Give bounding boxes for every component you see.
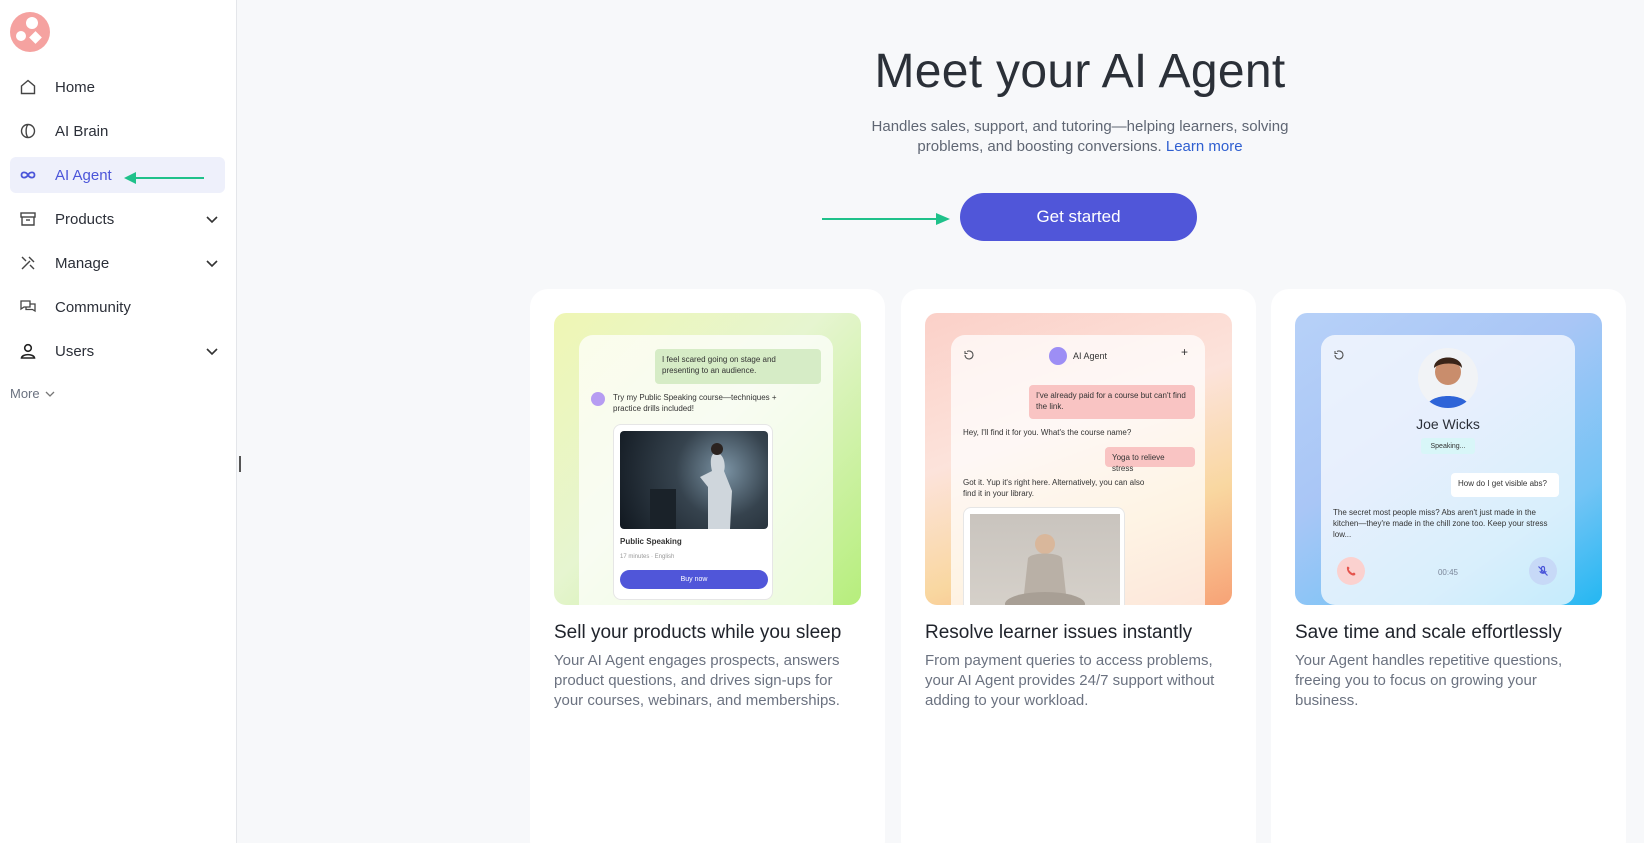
sidebar-item-community[interactable]: Community bbox=[10, 289, 225, 325]
chevron-down-icon[interactable] bbox=[203, 254, 221, 272]
mute-button[interactable] bbox=[1529, 557, 1557, 585]
chevron-down-icon[interactable] bbox=[203, 210, 221, 228]
sidebar-item-label: Home bbox=[55, 78, 96, 96]
brand-logo[interactable] bbox=[10, 12, 50, 52]
sidebar-item-label: Products bbox=[55, 210, 115, 228]
card-illustration: Joe Wicks Speaking... How do I get visib… bbox=[1295, 313, 1602, 605]
phone-mockup: Joe Wicks Speaking... How do I get visib… bbox=[1321, 335, 1575, 605]
agent-avatar bbox=[591, 392, 605, 406]
product-name: Public Speaking bbox=[620, 537, 682, 546]
chevron-down-icon[interactable] bbox=[203, 342, 221, 360]
product-card[interactable]: Public Speaking 17 minutes · English Buy… bbox=[613, 424, 773, 600]
learn-more-link[interactable]: Learn more bbox=[1166, 138, 1243, 155]
annotation-arrow bbox=[822, 213, 950, 225]
infinity-icon bbox=[18, 165, 38, 185]
archive-icon bbox=[18, 209, 38, 229]
sidebar-item-label: AI Brain bbox=[55, 122, 109, 140]
chevron-down-icon bbox=[45, 391, 55, 397]
contact-name: Joe Wicks bbox=[1416, 416, 1480, 432]
sidebar-item-label: Users bbox=[55, 342, 95, 360]
user-message: How do I get visible abs? bbox=[1451, 473, 1559, 497]
card-illustration: AI Agent + I've already paid for a cours… bbox=[925, 313, 1232, 605]
feature-card: AI Agent + I've already paid for a cours… bbox=[901, 289, 1256, 843]
sidebar-item-users[interactable]: Users bbox=[10, 333, 225, 369]
plus-icon[interactable]: + bbox=[1181, 346, 1188, 358]
sidebar-item-home[interactable]: Home bbox=[10, 69, 225, 105]
avatar bbox=[1418, 348, 1478, 408]
agent-avatar bbox=[1049, 347, 1067, 365]
feature-card: Joe Wicks Speaking... How do I get visib… bbox=[1271, 289, 1626, 843]
sidebar-item-ai-brain[interactable]: AI Brain bbox=[10, 113, 225, 149]
get-started-button[interactable]: Get started bbox=[960, 193, 1197, 241]
card-illustration: I feel scared going on stage and present… bbox=[554, 313, 861, 605]
sidebar: Home AI Brain AI Agent Products Manage C… bbox=[0, 0, 237, 843]
sidebar-item-label: Manage bbox=[55, 254, 110, 272]
agent-message: The secret most people miss? Abs aren't … bbox=[1333, 508, 1548, 539]
phone-mockup: AI Agent + I've already paid for a cours… bbox=[951, 335, 1205, 605]
sidebar-nav: Home AI Brain AI Agent Products Manage C… bbox=[10, 69, 225, 377]
user-icon bbox=[18, 341, 38, 361]
sidebar-item-label: AI Agent bbox=[55, 166, 112, 184]
product-meta: 17 minutes · English bbox=[620, 554, 675, 560]
card-description: Your AI Agent engages prospects, answers… bbox=[554, 652, 840, 709]
agent-message: Try my Public Speaking course—techniques… bbox=[613, 393, 777, 413]
history-icon[interactable] bbox=[963, 349, 975, 361]
course-card[interactable] bbox=[963, 507, 1125, 605]
card-title: Sell your products while you sleep bbox=[554, 622, 842, 643]
chat-icon bbox=[18, 297, 38, 317]
status-badge: Speaking... bbox=[1421, 438, 1475, 454]
more-label: More bbox=[10, 386, 40, 401]
card-title: Save time and scale effortlessly bbox=[1295, 622, 1562, 643]
sidebar-item-products[interactable]: Products bbox=[10, 201, 225, 237]
card-description: Your Agent handles repetitive questions,… bbox=[1295, 652, 1563, 709]
yoga-image bbox=[970, 514, 1120, 605]
brain-icon bbox=[18, 121, 38, 141]
chat-header-title: AI Agent bbox=[1073, 351, 1108, 361]
phone-mockup: I feel scared going on stage and present… bbox=[579, 335, 833, 605]
sidebar-item-label: Community bbox=[55, 298, 131, 316]
card-title: Resolve learner issues instantly bbox=[925, 622, 1193, 643]
card-description: From payment queries to access problems,… bbox=[925, 652, 1215, 709]
speaker-image bbox=[620, 431, 768, 529]
user-message: I've already paid for a course but can't… bbox=[1029, 385, 1195, 419]
feature-card: I feel scared going on stage and present… bbox=[530, 289, 885, 843]
buy-now-button[interactable]: Buy now bbox=[620, 570, 768, 589]
home-icon bbox=[18, 77, 38, 97]
mic-off-icon bbox=[1538, 565, 1548, 576]
agent-message: Got it. Yup it's right here. Alternative… bbox=[963, 478, 1145, 498]
history-icon[interactable] bbox=[1333, 349, 1345, 361]
annotation-arrow bbox=[124, 172, 204, 184]
user-message: I feel scared going on stage and present… bbox=[655, 349, 821, 384]
tools-icon bbox=[18, 253, 38, 273]
sidebar-resize-handle[interactable] bbox=[239, 456, 241, 472]
page-title: Meet your AI Agent bbox=[874, 45, 1286, 98]
page-subtitle: Handles sales, support, and tutoring—hel… bbox=[858, 117, 1302, 157]
sidebar-item-manage[interactable]: Manage bbox=[10, 245, 225, 281]
agent-message: Hey, I'll find it for you. What's the co… bbox=[963, 428, 1132, 437]
user-message: Yoga to relieve stress bbox=[1105, 447, 1195, 473]
more-toggle[interactable]: More bbox=[10, 386, 56, 401]
